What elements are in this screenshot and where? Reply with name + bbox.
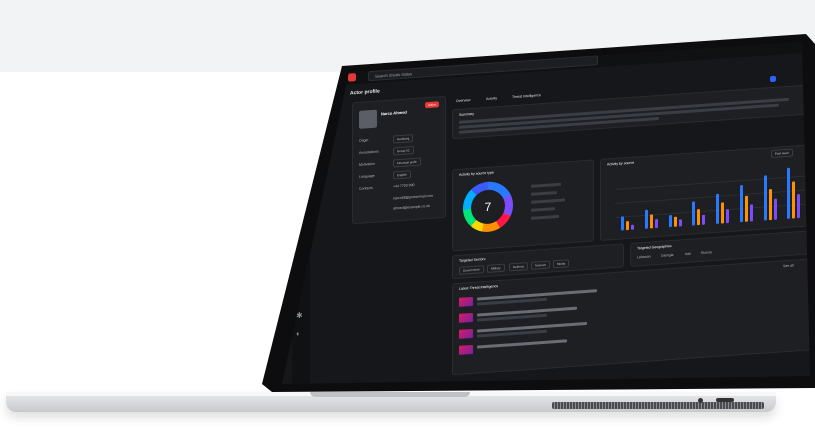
- bar: [744, 195, 748, 222]
- geo-item: Georgia: [661, 252, 674, 258]
- user-avatar-icon[interactable]: ◐: [296, 329, 304, 338]
- profile-card: Narco Ahmed Active Origin Hamburg Associ…: [352, 95, 446, 225]
- geo-item: Lebanon: [637, 254, 651, 260]
- grid-line: [615, 175, 805, 190]
- bar-chart-card: Activity by source Past week: [600, 144, 810, 242]
- summary-line: [459, 103, 779, 129]
- latest-intel-title: Latest Threat Intelligence: [459, 284, 499, 291]
- app-window: ⌂ ▦ ◆ ● ◍ ▮ ◉ ★ ✱ ◐ Search Shodo status …: [292, 42, 810, 384]
- legend-item: [531, 191, 557, 196]
- bar: [726, 209, 729, 224]
- bar: [763, 174, 767, 221]
- bar: [621, 216, 624, 231]
- field-value: +44 7700 900: [393, 182, 415, 189]
- avatar: [359, 109, 377, 129]
- field-label: Motivation: [359, 161, 375, 167]
- globe-icon[interactable]: ◍: [296, 143, 304, 152]
- field-value: Hamburg: [393, 134, 414, 144]
- donut-title: Activity by source type: [459, 170, 494, 177]
- grid-icon[interactable]: ▦: [296, 101, 304, 111]
- bar: [678, 219, 682, 227]
- donut-center-value: 7: [471, 188, 505, 226]
- news-thumbnail: [459, 312, 473, 323]
- laptop-base-notch: [310, 392, 470, 397]
- sector-chip: Government: [459, 265, 484, 275]
- bar: [673, 216, 677, 227]
- bar: [768, 188, 772, 221]
- donut-card: Activity by source type 7: [452, 159, 594, 252]
- field-value: Financial profit: [393, 157, 421, 168]
- tab-threat-intelligence[interactable]: Threat Intelligence: [512, 93, 541, 99]
- page-title: Actor profile: [350, 88, 380, 97]
- bar: [654, 219, 658, 229]
- app-logo: [348, 73, 356, 82]
- bar: [721, 202, 724, 224]
- summary-title: Summary: [459, 111, 474, 117]
- bar: [787, 167, 791, 219]
- geo-item: Iran: [685, 251, 692, 257]
- bell-icon[interactable]: ◉: [296, 171, 304, 180]
- news-thumbnail: [459, 296, 473, 307]
- see-all-link[interactable]: See all: [783, 263, 794, 268]
- legend-item: [531, 207, 555, 212]
- legend-item: [531, 214, 559, 220]
- sector-chip: Telecom: [531, 260, 551, 270]
- field-value: Group 52: [393, 146, 414, 156]
- tab-activity[interactable]: Activity: [486, 96, 497, 101]
- sector-chip: Military: [487, 263, 505, 273]
- sector-chip: Media: [553, 259, 570, 269]
- bar: [668, 214, 672, 228]
- status-badge: Active: [425, 101, 440, 109]
- field-label: Contacts: [359, 185, 373, 191]
- bar: [797, 193, 801, 219]
- chart-icon[interactable]: ▮: [296, 157, 304, 166]
- sector-chip: Defence: [509, 262, 529, 272]
- email-link[interactable]: ahmed@example.co.uk: [393, 204, 430, 211]
- targeted-geographies-title: Targeted Geographies: [637, 244, 672, 251]
- bar: [749, 203, 753, 222]
- bar-chart-plot: [615, 162, 805, 231]
- laptop-port: [698, 398, 703, 403]
- users-icon[interactable]: ●: [296, 129, 304, 138]
- shield-icon[interactable]: ◆: [296, 115, 304, 124]
- bar: [792, 181, 796, 219]
- summary-card: Summary: [452, 84, 810, 140]
- donut-chart: 7: [463, 180, 513, 234]
- latest-intel-card: Latest Threat Intelligence See all: [452, 258, 810, 376]
- bar: [644, 209, 648, 229]
- bar: [702, 214, 706, 225]
- primary-action-button[interactable]: [770, 75, 776, 83]
- bar: [649, 214, 653, 229]
- grid-line: [615, 203, 805, 218]
- field-value: English: [393, 170, 411, 180]
- profile-name: Narco Ahmed: [381, 109, 407, 117]
- email-link[interactable]: narco88@protonmail.com: [393, 194, 433, 201]
- grid-line: [615, 189, 805, 204]
- field-label: Language: [359, 173, 375, 179]
- bar: [739, 185, 743, 223]
- bar: [692, 200, 696, 226]
- targeted-sectors-title: Targeted Sectors: [459, 257, 486, 263]
- tab-overview[interactable]: Overview: [456, 98, 471, 103]
- bar-chart-title: Activity by source: [607, 160, 635, 167]
- bar: [626, 221, 629, 231]
- home-icon[interactable]: ⌂: [296, 87, 304, 96]
- bar: [697, 209, 701, 226]
- news-headline[interactable]: [477, 339, 567, 349]
- field-label: Origin: [359, 138, 369, 143]
- period-filter[interactable]: Past week: [771, 148, 793, 159]
- field-label: Associations: [359, 149, 379, 155]
- laptop-port: [716, 398, 734, 402]
- star-icon[interactable]: ★: [296, 185, 304, 195]
- legend-item: [531, 182, 561, 188]
- geo-item: Russia: [701, 250, 712, 255]
- bar: [631, 224, 634, 230]
- news-thumbnail: [459, 328, 473, 339]
- legend-item: [531, 198, 565, 204]
- laptop: ⌂ ▦ ◆ ● ◍ ▮ ◉ ★ ✱ ◐ Search Shodo status …: [0, 0, 815, 429]
- bar: [716, 193, 719, 224]
- bar: [773, 198, 777, 220]
- news-thumbnail: [459, 344, 473, 355]
- laptop-vent: [552, 402, 764, 409]
